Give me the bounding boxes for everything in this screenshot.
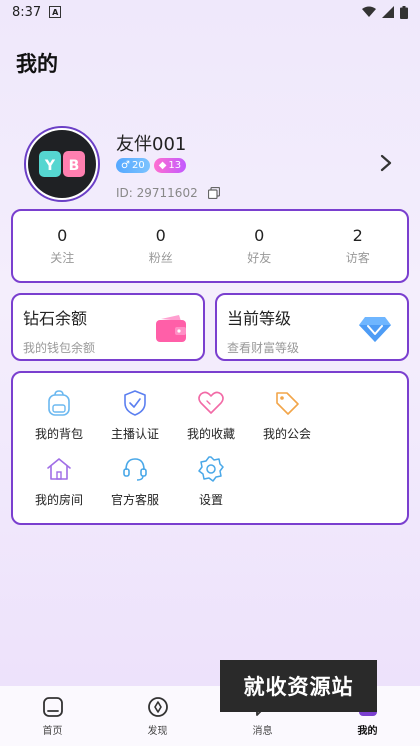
status-time: 8:37 <box>12 4 42 20</box>
battery-icon <box>400 5 408 19</box>
user-id: ID: 29711602 <box>116 186 220 200</box>
gender-badge: ♂ 20 <box>116 158 150 173</box>
menu-item-room[interactable]: 我的房间 <box>21 451 97 517</box>
level-card[interactable]: 当前等级 查看财富等级 <box>215 293 409 361</box>
backpack-icon <box>48 390 70 416</box>
home-tab-icon <box>42 696 63 717</box>
copy-icon[interactable] <box>207 187 220 199</box>
wallet-card[interactable]: 钻石余额 我的钱包余额 <box>11 293 205 361</box>
tag-icon <box>276 392 299 415</box>
menu-item-backpack[interactable]: 我的背包 <box>21 385 97 451</box>
menu-item-label: 我的背包 <box>34 427 83 441</box>
tab-label: 消息 <box>252 725 273 737</box>
stat-fans[interactable]: 0 粉丝 <box>112 211 211 281</box>
male-icon: ♂ <box>121 160 130 171</box>
menu-item-label: 官方客服 <box>110 493 159 507</box>
nickname: 友伴001 <box>116 134 187 155</box>
user-id-text: ID: 29711602 <box>116 186 198 200</box>
tab-label: 我的 <box>357 725 378 737</box>
compass-icon <box>147 696 168 717</box>
stat-value: 0 <box>155 226 166 245</box>
menu-item-label: 我的公会 <box>262 427 311 441</box>
badges: ♂ 20 ◆ 13 <box>116 158 187 173</box>
status-bar: 8:37 A <box>0 0 420 24</box>
menu-item-settings[interactable]: 设置 <box>173 451 249 517</box>
menu-item-guild[interactable]: 我的公会 <box>249 385 325 451</box>
svg-text:Y: Y <box>44 158 56 174</box>
menu-item-favorites[interactable]: 我的收藏 <box>173 385 249 451</box>
menu-item-support[interactable]: 官方客服 <box>97 451 173 517</box>
tab-label: 发现 <box>147 725 168 737</box>
notification-a-icon: A <box>49 6 62 18</box>
stats-card: 0 关注 0 粉丝 0 好友 2 访客 <box>11 209 409 283</box>
menu-card: 我的背包 主播认证 我的收藏 我的公会 我的房间 官方客服 设置 <box>11 371 409 525</box>
diamond-icon <box>359 317 391 342</box>
stat-label: 访客 <box>345 251 370 265</box>
stat-label: 关注 <box>50 251 75 265</box>
gender-badge-value: 20 <box>131 160 145 171</box>
gear-icon <box>198 456 224 482</box>
page-title: 我的 <box>16 52 58 76</box>
stat-friends[interactable]: 0 好友 <box>210 211 309 281</box>
wallet-icon <box>156 315 186 342</box>
svg-text:B: B <box>69 158 80 174</box>
menu-item-anchor-verify[interactable]: 主播认证 <box>97 385 173 451</box>
menu-item-label: 主播认证 <box>110 427 159 441</box>
home-icon <box>47 458 71 480</box>
menu-item-label: 我的收藏 <box>186 427 235 441</box>
wifi-icon <box>362 6 376 17</box>
diamond-small-icon: ◆ <box>158 160 167 171</box>
avatar[interactable]: Y B <box>24 126 100 202</box>
stat-visitors[interactable]: 2 访客 <box>309 211 408 281</box>
status-icons <box>362 5 408 19</box>
profile-header[interactable]: Y B 友伴001 ♂ 20 ◆ 13 ID: 29711602 <box>24 126 404 206</box>
stat-value: 0 <box>254 226 265 245</box>
tab-home[interactable]: 首页 <box>0 686 105 746</box>
menu-grid: 我的背包 主播认证 我的收藏 我的公会 我的房间 官方客服 设置 <box>21 385 399 517</box>
stat-value: 2 <box>352 226 363 245</box>
stat-value: 0 <box>57 226 68 245</box>
stat-label: 粉丝 <box>148 251 173 265</box>
headset-icon <box>123 458 147 481</box>
menu-item-label: 设置 <box>198 493 223 507</box>
chevron-right-icon[interactable] <box>380 154 392 172</box>
shield-check-icon <box>124 390 146 416</box>
level-badge: ◆ 13 <box>153 158 187 173</box>
level-badge-value: 13 <box>168 160 182 171</box>
tab-label: 首页 <box>42 725 63 737</box>
avatar-image: Y B <box>28 130 96 198</box>
tab-discover[interactable]: 发现 <box>105 686 210 746</box>
watermark-overlay: 就收资源站 <box>220 660 377 712</box>
menu-item-label: 我的房间 <box>34 493 83 507</box>
stat-following[interactable]: 0 关注 <box>13 211 112 281</box>
signal-icon <box>382 6 394 18</box>
yb-logo-icon: Y B <box>39 151 85 177</box>
stat-label: 好友 <box>247 251 272 265</box>
heart-icon <box>198 391 224 414</box>
